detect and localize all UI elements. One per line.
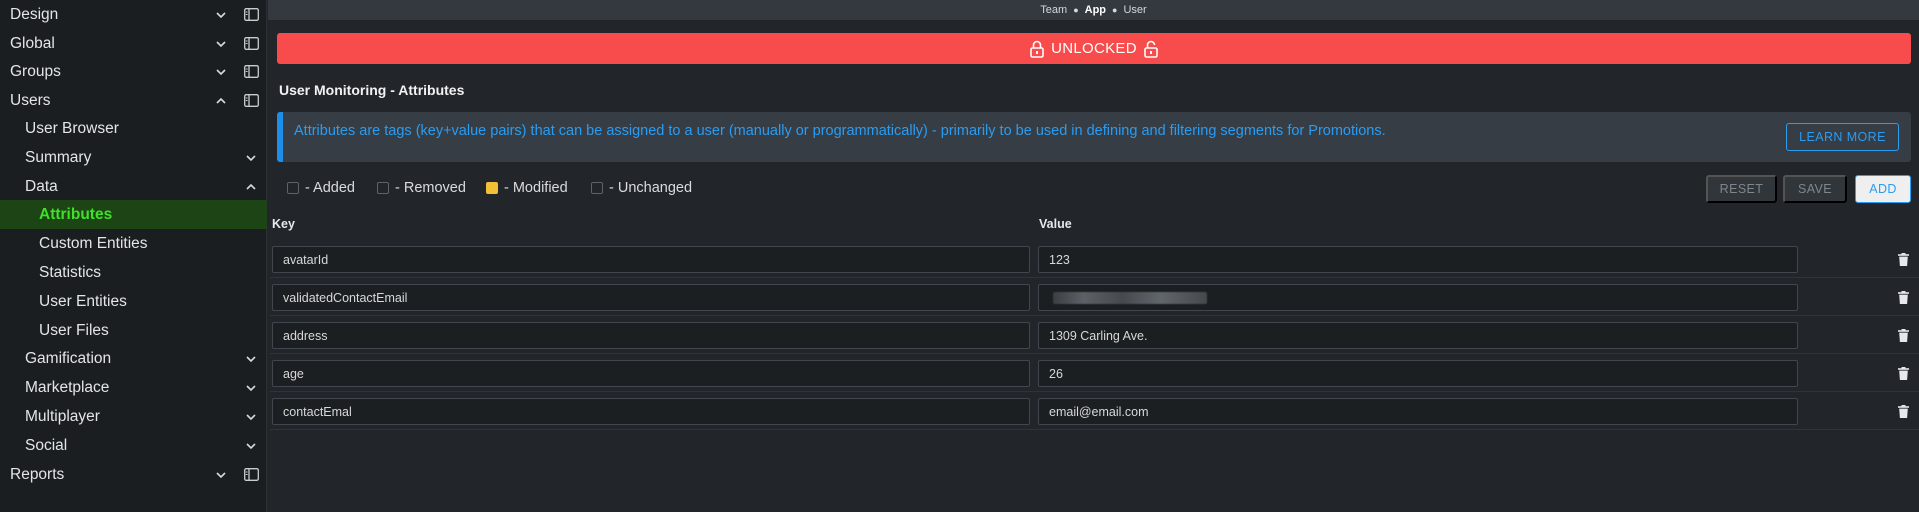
lock-open-icon (1144, 40, 1158, 58)
breadcrumb-separator: ● (1112, 5, 1118, 15)
chevron-up-icon[interactable] (244, 180, 258, 194)
add-button[interactable]: ADD (1855, 175, 1911, 203)
sidebar-item-design[interactable]: Design (0, 0, 267, 29)
sidebar-item-groups[interactable]: Groups (0, 57, 267, 86)
sidebar-item-label: User Files (39, 321, 109, 339)
chevron-down-icon[interactable] (244, 439, 258, 453)
unlocked-label: UNLOCKED (1051, 40, 1137, 57)
legend-modified-label: - Modified (504, 180, 568, 196)
breadcrumb-separator: ● (1073, 5, 1079, 15)
chevron-down-icon[interactable] (244, 352, 258, 366)
trash-icon[interactable] (1898, 405, 1909, 418)
sidebar-item-label: Summary (25, 148, 92, 166)
legend-added: - Added (287, 180, 355, 196)
value-field[interactable]: 123 (1038, 246, 1798, 273)
legend-modified: - Modified (486, 180, 568, 196)
side-panel-icon[interactable] (244, 94, 259, 107)
side-panel-icon[interactable] (244, 8, 259, 21)
redacted-value (1053, 291, 1207, 304)
breadcrumb-user[interactable]: User (1123, 4, 1146, 16)
legend-unchanged: - Unchanged (591, 180, 692, 196)
page-title: User Monitoring - Attributes (279, 82, 465, 98)
sidebar-item-user-files[interactable]: User Files (0, 316, 267, 345)
sidebar-item-summary[interactable]: Summary (0, 143, 267, 172)
chevron-down-icon[interactable] (214, 65, 228, 79)
chevron-down-icon[interactable] (244, 410, 258, 424)
info-accent-bar (277, 112, 283, 162)
chevron-down-icon[interactable] (214, 468, 228, 482)
info-text: Attributes are tags (key+value pairs) th… (294, 123, 1386, 139)
chevron-down-icon[interactable] (244, 151, 258, 165)
breadcrumb-team[interactable]: Team (1040, 4, 1067, 16)
table-row: validatedContactEmail (270, 278, 1919, 316)
sidebar-item-label: Social (25, 436, 68, 454)
sidebar-item-label: User Entities (39, 292, 127, 310)
key-field[interactable]: avatarId (272, 246, 1030, 273)
sidebar-item-social[interactable]: Social (0, 431, 267, 460)
chevron-down-icon[interactable] (214, 8, 228, 22)
sidebar-item-label: Gamification (25, 349, 112, 367)
breadcrumb-app[interactable]: App (1085, 4, 1106, 16)
sidebar-item-reports[interactable]: Reports (0, 460, 267, 489)
sidebar-item-gamification[interactable]: Gamification (0, 344, 267, 373)
value-field[interactable]: email@email.com (1038, 398, 1798, 425)
table-row: contactEmal email@email.com (270, 392, 1919, 430)
column-header-key: Key (272, 217, 295, 231)
sidebar: Design Global Groups Users User Browser … (0, 0, 267, 512)
breadcrumb: Team ● App ● User (268, 0, 1919, 20)
sidebar-item-custom-entities[interactable]: Custom Entities (0, 229, 267, 258)
sidebar-item-user-entities[interactable]: User Entities (0, 287, 267, 316)
key-field[interactable]: age (272, 360, 1030, 387)
key-field[interactable]: address (272, 322, 1030, 349)
trash-icon[interactable] (1898, 291, 1909, 304)
reset-button[interactable]: RESET (1706, 175, 1777, 203)
sidebar-item-label: Marketplace (25, 378, 110, 396)
sidebar-item-label: Attributes (39, 205, 113, 223)
trash-icon[interactable] (1898, 329, 1909, 342)
table-row: age 26 (270, 354, 1919, 392)
legend-removed: - Removed (377, 180, 466, 196)
legend-added-label: - Added (305, 180, 355, 196)
sidebar-item-statistics[interactable]: Statistics (0, 258, 267, 287)
trash-icon[interactable] (1898, 367, 1909, 380)
legend-removed-label: - Removed (395, 180, 466, 196)
column-header-value: Value (1039, 217, 1072, 231)
sidebar-item-user-browser[interactable]: User Browser (0, 114, 267, 143)
table-row: avatarId 123 (270, 240, 1919, 278)
legend-unchanged-swatch (591, 182, 603, 194)
legend-modified-swatch (486, 182, 498, 194)
side-panel-icon[interactable] (244, 468, 259, 481)
sidebar-item-marketplace[interactable]: Marketplace (0, 373, 267, 402)
side-panel-icon[interactable] (244, 65, 259, 78)
sidebar-item-label: User Browser (25, 119, 119, 137)
key-field[interactable]: contactEmal (272, 398, 1030, 425)
trash-icon[interactable] (1898, 253, 1909, 266)
legend-added-swatch (287, 182, 299, 194)
lock-open-icon (1030, 40, 1044, 58)
sidebar-item-global[interactable]: Global (0, 29, 267, 58)
key-field[interactable]: validatedContactEmail (272, 284, 1030, 311)
chevron-down-icon[interactable] (244, 381, 258, 395)
value-field[interactable]: 26 (1038, 360, 1798, 387)
sidebar-item-label: Statistics (39, 263, 102, 281)
value-field[interactable]: 1309 Carling Ave. (1038, 322, 1798, 349)
sidebar-item-users[interactable]: Users (0, 86, 267, 115)
value-field[interactable] (1038, 284, 1798, 311)
chevron-up-icon[interactable] (214, 94, 228, 108)
table-row: address 1309 Carling Ave. (270, 316, 1919, 354)
info-callout: Attributes are tags (key+value pairs) th… (277, 112, 1911, 162)
sidebar-item-label: Multiplayer (25, 407, 100, 425)
chevron-down-icon[interactable] (214, 37, 228, 51)
sidebar-item-multiplayer[interactable]: Multiplayer (0, 402, 267, 431)
learn-more-button[interactable]: LEARN MORE (1786, 123, 1899, 151)
legend-removed-swatch (377, 182, 389, 194)
save-button[interactable]: SAVE (1783, 175, 1847, 203)
sidebar-item-label: Custom Entities (39, 234, 148, 252)
unlocked-banner[interactable]: UNLOCKED (277, 33, 1911, 64)
legend-unchanged-label: - Unchanged (609, 180, 693, 196)
side-panel-icon[interactable] (244, 37, 259, 50)
sidebar-item-label: Data (25, 177, 58, 195)
sidebar-item-attributes[interactable]: Attributes (0, 200, 267, 229)
sidebar-item-data[interactable]: Data (0, 172, 267, 201)
